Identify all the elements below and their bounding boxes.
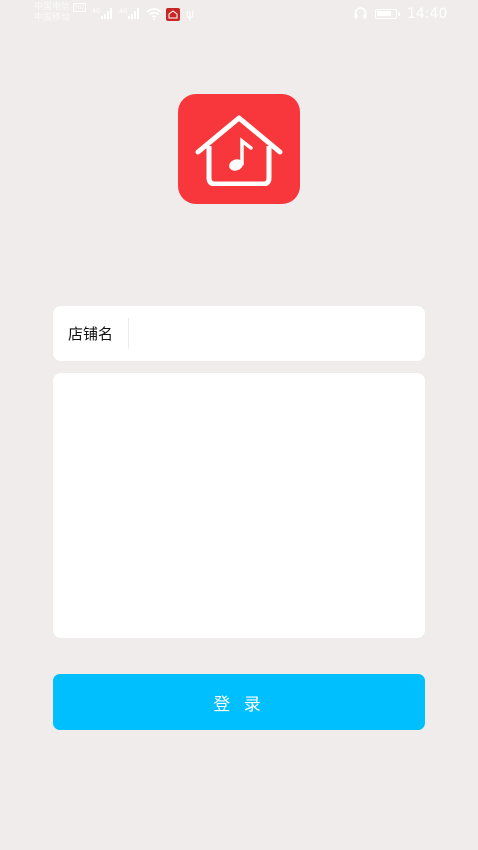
usb-icon: ψ: [186, 7, 194, 21]
signal-1-icon: 4G: [92, 8, 113, 19]
carrier-1-label: 中国电信: [34, 2, 71, 12]
signal-1-tag: 4G: [92, 8, 101, 15]
wifi-icon: [146, 8, 162, 20]
battery-icon: [375, 9, 400, 19]
login-button[interactable]: 登 录: [53, 674, 425, 730]
app-logo: [178, 94, 300, 204]
store-name-input[interactable]: [129, 306, 425, 361]
signal-2-tag: 4G: [119, 8, 128, 15]
signal-2-icon: 4G: [119, 8, 140, 19]
app-notification-icon: [166, 8, 180, 21]
carrier-info: 中国电信 HD 中国移动: [34, 2, 87, 24]
content-area[interactable]: [53, 373, 425, 638]
store-name-label: 店铺名: [67, 325, 113, 343]
store-name-field: 店铺名: [53, 306, 425, 361]
house-music-note-icon: [195, 115, 283, 186]
status-bar: 中国电信 HD 中国移动 4G 4G ψ 14:40: [0, 0, 478, 30]
hd-badge: HD: [73, 3, 87, 12]
carrier-2-label: 中国移动: [34, 13, 71, 23]
clock: 14:40: [407, 6, 448, 22]
headphones-icon: [354, 7, 367, 19]
